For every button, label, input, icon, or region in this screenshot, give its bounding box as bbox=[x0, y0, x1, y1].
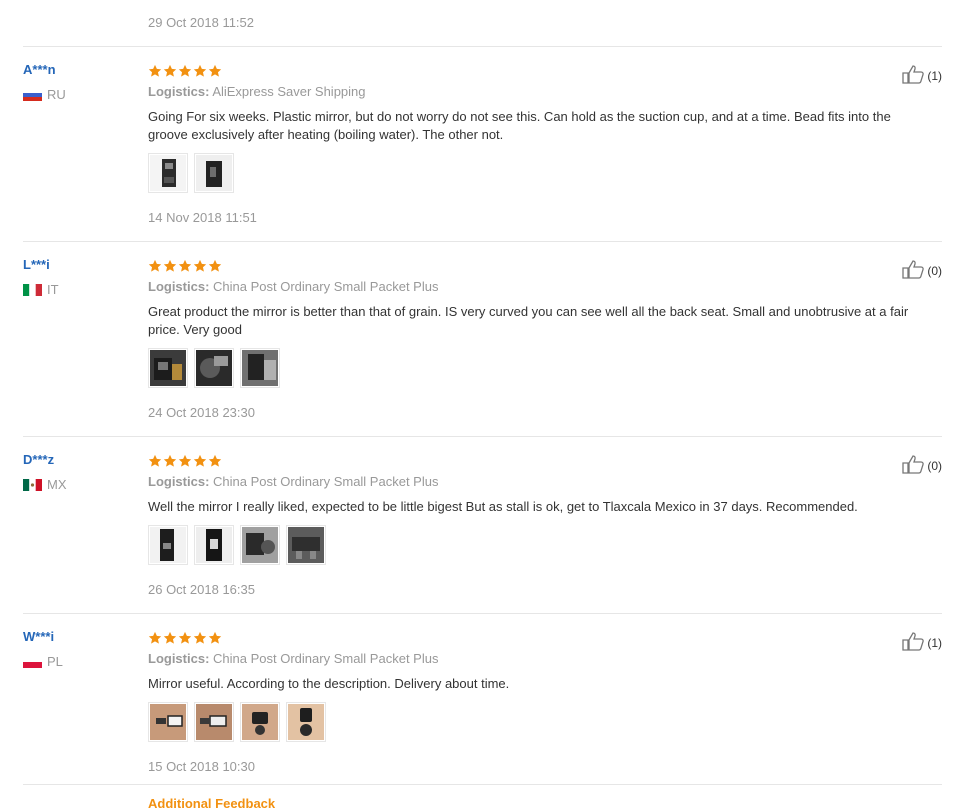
review-photo[interactable] bbox=[240, 525, 280, 565]
logistics-method: China Post Ordinary Small Packet Plus bbox=[213, 279, 439, 294]
divider bbox=[23, 436, 942, 437]
helpful-count: (0) bbox=[927, 263, 942, 278]
review-text: Great product the mirror is better than … bbox=[148, 304, 909, 337]
helpful-count: (1) bbox=[927, 635, 942, 650]
photo-gallery bbox=[148, 702, 326, 742]
review-photo[interactable] bbox=[286, 525, 326, 565]
logistics-info: Logistics: AliExpress Saver Shipping bbox=[148, 84, 366, 99]
logistics-info: Logistics: China Post Ordinary Small Pac… bbox=[148, 474, 438, 489]
review-photo[interactable] bbox=[194, 348, 234, 388]
review-date: 24 Oct 2018 23:30 bbox=[148, 405, 255, 420]
photo-gallery bbox=[148, 348, 280, 388]
helpful-button[interactable]: (0) bbox=[901, 259, 942, 282]
logistics-label: Logistics: bbox=[148, 651, 210, 666]
review-photo[interactable] bbox=[148, 525, 188, 565]
flag-mx-icon bbox=[23, 478, 42, 491]
helpful-count: (0) bbox=[927, 458, 942, 473]
star-icon bbox=[148, 631, 162, 645]
helpful-button[interactable]: (0) bbox=[901, 454, 942, 477]
logistics-label: Logistics: bbox=[148, 84, 210, 99]
reviewer-name[interactable]: L***i bbox=[23, 257, 50, 272]
divider bbox=[23, 46, 942, 47]
helpful-button[interactable]: (1) bbox=[901, 631, 942, 654]
logistics-info: Logistics: China Post Ordinary Small Pac… bbox=[148, 651, 438, 666]
star-icon bbox=[163, 454, 177, 468]
reviewer-country: IT bbox=[23, 282, 59, 297]
star-icon bbox=[178, 454, 192, 468]
review-photo[interactable] bbox=[286, 702, 326, 742]
review-photo[interactable] bbox=[148, 153, 188, 193]
star-icon bbox=[178, 259, 192, 273]
review-photo[interactable] bbox=[194, 525, 234, 565]
country-code: IT bbox=[47, 282, 59, 297]
helpful-count: (1) bbox=[927, 68, 942, 83]
star-rating bbox=[148, 454, 222, 468]
review-date: 15 Oct 2018 10:30 bbox=[148, 759, 255, 774]
country-code: RU bbox=[47, 87, 66, 102]
review-text: Mirror useful. According to the descript… bbox=[148, 676, 510, 691]
helpful-button[interactable]: (1) bbox=[901, 64, 942, 87]
thumbs-up-icon bbox=[901, 454, 925, 477]
reviewer-name[interactable]: D***z bbox=[23, 452, 54, 467]
reviewer-country: RU bbox=[23, 87, 66, 102]
review-date: 26 Oct 2018 16:35 bbox=[148, 582, 255, 597]
star-icon bbox=[148, 454, 162, 468]
star-icon bbox=[208, 631, 222, 645]
country-code: MX bbox=[47, 477, 67, 492]
reviewer-name[interactable]: W***i bbox=[23, 629, 54, 644]
thumbs-up-icon bbox=[901, 631, 925, 654]
review-date: 29 Oct 2018 11:52 bbox=[148, 15, 255, 30]
photo-gallery bbox=[148, 525, 326, 565]
star-rating bbox=[148, 64, 222, 78]
divider bbox=[23, 241, 942, 242]
review-photo[interactable] bbox=[240, 702, 280, 742]
review-photo[interactable] bbox=[148, 702, 188, 742]
logistics-info: Logistics: China Post Ordinary Small Pac… bbox=[148, 279, 438, 294]
star-rating bbox=[148, 259, 222, 273]
star-icon bbox=[148, 259, 162, 273]
review-photo[interactable] bbox=[240, 348, 280, 388]
thumbs-up-icon bbox=[901, 64, 925, 87]
divider bbox=[23, 613, 942, 614]
star-icon bbox=[208, 454, 222, 468]
star-icon bbox=[148, 64, 162, 78]
star-icon bbox=[178, 631, 192, 645]
review-date: 14 Nov 2018 11:51 bbox=[148, 210, 257, 225]
star-icon bbox=[193, 631, 207, 645]
additional-feedback-link[interactable]: Additional Feedback bbox=[148, 796, 275, 811]
star-icon bbox=[163, 631, 177, 645]
review-photo[interactable] bbox=[194, 153, 234, 193]
flag-ru-icon bbox=[23, 88, 42, 101]
star-icon bbox=[208, 259, 222, 273]
photo-gallery bbox=[148, 153, 234, 193]
star-icon bbox=[178, 64, 192, 78]
review-photo[interactable] bbox=[194, 702, 234, 742]
star-icon bbox=[208, 64, 222, 78]
star-icon bbox=[193, 259, 207, 273]
review-text: Going For six weeks. Plastic mirror, but… bbox=[148, 109, 891, 142]
star-icon bbox=[163, 259, 177, 273]
flag-it-icon bbox=[23, 283, 42, 296]
review-text: Well the mirror I really liked, expected… bbox=[148, 499, 858, 514]
star-icon bbox=[193, 454, 207, 468]
reviewer-country: PL bbox=[23, 654, 63, 669]
reviewer-name[interactable]: A***n bbox=[23, 62, 56, 77]
logistics-method: China Post Ordinary Small Packet Plus bbox=[213, 651, 439, 666]
star-icon bbox=[193, 64, 207, 78]
star-icon bbox=[163, 64, 177, 78]
reviewer-country: MX bbox=[23, 477, 67, 492]
divider bbox=[23, 784, 942, 785]
country-code: PL bbox=[47, 654, 63, 669]
logistics-label: Logistics: bbox=[148, 279, 210, 294]
flag-pl-icon bbox=[23, 655, 42, 668]
review-photo[interactable] bbox=[148, 348, 188, 388]
logistics-method: China Post Ordinary Small Packet Plus bbox=[213, 474, 439, 489]
logistics-method: AliExpress Saver Shipping bbox=[212, 84, 366, 99]
thumbs-up-icon bbox=[901, 259, 925, 282]
logistics-label: Logistics: bbox=[148, 474, 210, 489]
star-rating bbox=[148, 631, 222, 645]
